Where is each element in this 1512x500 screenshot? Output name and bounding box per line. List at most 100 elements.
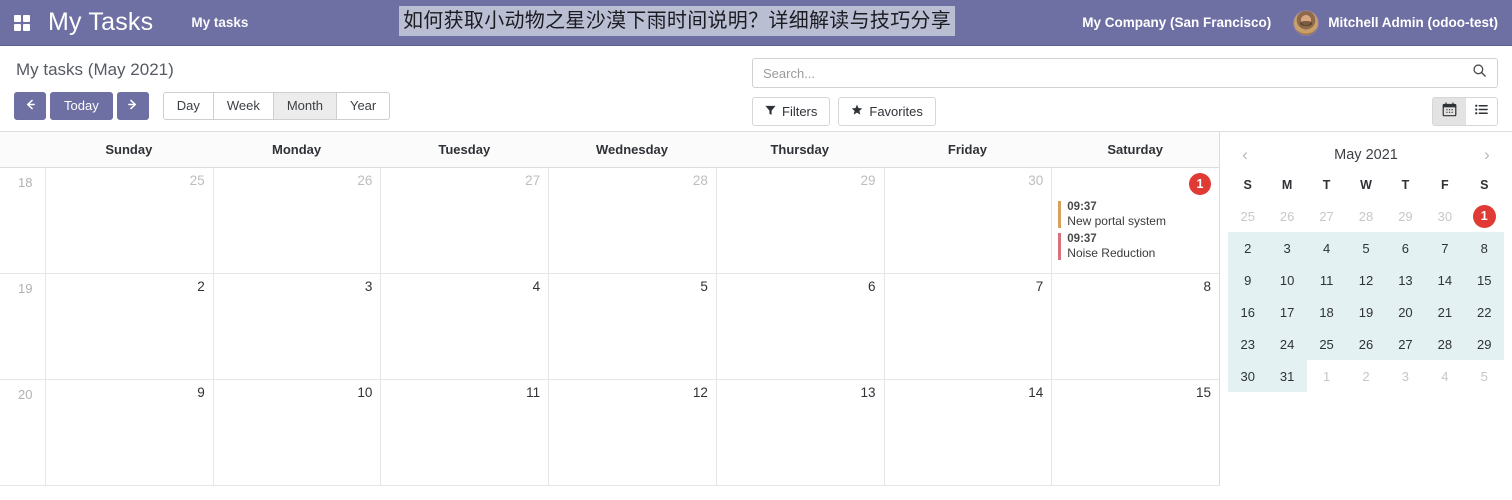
mini-calendar-day[interactable]: 27 bbox=[1307, 200, 1346, 232]
calendar-day-cell[interactable]: 9 bbox=[45, 380, 213, 485]
chevron-left-icon[interactable]: ‹ bbox=[1234, 144, 1256, 166]
mini-today-badge[interactable]: 1 bbox=[1472, 204, 1496, 228]
mini-calendar-day[interactable]: 4 bbox=[1306, 232, 1347, 264]
search-bar[interactable] bbox=[752, 58, 1498, 88]
calendar-day-cell[interactable]: 11 bbox=[380, 380, 548, 485]
company-selector[interactable]: My Company (San Francisco) bbox=[1082, 15, 1271, 30]
mini-calendar-day[interactable]: 2 bbox=[1228, 232, 1268, 264]
calendar-day-cell[interactable]: 28 bbox=[548, 168, 716, 273]
filters-button[interactable]: Filters bbox=[752, 97, 831, 126]
calendar-day-cell[interactable]: 29 bbox=[715, 168, 884, 273]
today-button[interactable]: Today bbox=[50, 92, 113, 120]
chevron-right-icon[interactable]: › bbox=[1476, 144, 1498, 166]
day-number[interactable]: 28 bbox=[555, 173, 708, 189]
mini-calendar-day[interactable]: 5 bbox=[1465, 360, 1504, 392]
calendar-day-cell[interactable]: 10 bbox=[212, 380, 381, 485]
day-number[interactable]: 14 bbox=[891, 385, 1043, 401]
mini-calendar-day[interactable]: 21 bbox=[1425, 296, 1465, 328]
day-number[interactable]: 7 bbox=[891, 279, 1044, 295]
week-number[interactable]: 20 bbox=[0, 380, 45, 485]
calendar-day-cell[interactable]: 7 bbox=[883, 274, 1052, 379]
mini-calendar-day[interactable]: 15 bbox=[1464, 264, 1504, 296]
calendar-day-cell[interactable]: 30 bbox=[883, 168, 1052, 273]
mini-calendar-day[interactable]: 26 bbox=[1346, 328, 1386, 360]
mini-calendar-day[interactable]: 28 bbox=[1425, 328, 1465, 360]
calendar-day-cell[interactable]: 2 bbox=[45, 274, 213, 379]
mini-calendar-day[interactable]: 30 bbox=[1228, 360, 1268, 392]
mini-calendar-day[interactable]: 16 bbox=[1228, 296, 1268, 328]
mini-calendar-day[interactable]: 17 bbox=[1267, 296, 1307, 328]
mini-calendar-day[interactable]: 14 bbox=[1425, 264, 1465, 296]
day-number[interactable]: 25 bbox=[52, 173, 205, 189]
mini-calendar-day[interactable]: 23 bbox=[1228, 328, 1268, 360]
calendar-day-cell[interactable]: 14 bbox=[883, 380, 1052, 485]
day-number[interactable]: 2 bbox=[52, 279, 205, 295]
mini-calendar-day[interactable]: 3 bbox=[1267, 232, 1307, 264]
calendar-day-cell[interactable]: 12 bbox=[548, 380, 716, 485]
day-number[interactable]: 29 bbox=[723, 173, 876, 189]
mini-calendar-day[interactable]: 20 bbox=[1385, 296, 1426, 328]
day-number[interactable]: 26 bbox=[220, 173, 372, 189]
calendar-day-cell[interactable]: 1 09:37 New portal system 09:37 Noise Reduct… bbox=[1051, 168, 1219, 273]
day-number[interactable]: 10 bbox=[220, 385, 372, 401]
mini-calendar-day[interactable]: 7 bbox=[1425, 232, 1465, 264]
day-number[interactable]: 4 bbox=[387, 279, 541, 295]
calendar-day-cell[interactable]: 25 bbox=[45, 168, 213, 273]
mini-calendar-day[interactable]: 6 bbox=[1385, 232, 1426, 264]
day-number[interactable]: 9 bbox=[52, 385, 205, 401]
calendar-event[interactable]: 09:37 New portal system bbox=[1058, 201, 1211, 228]
day-number[interactable]: 13 bbox=[723, 385, 876, 401]
favorites-button[interactable]: Favorites bbox=[838, 97, 936, 126]
scale-button-month[interactable]: Month bbox=[273, 92, 337, 120]
mini-calendar-day[interactable]: 27 bbox=[1385, 328, 1426, 360]
mini-calendar-day[interactable]: 29 bbox=[1464, 328, 1504, 360]
mini-calendar-day[interactable]: 28 bbox=[1346, 200, 1385, 232]
day-number[interactable]: 12 bbox=[555, 385, 708, 401]
mini-calendar-day[interactable]: 26 bbox=[1267, 200, 1306, 232]
calendar-day-cell[interactable]: 5 bbox=[548, 274, 716, 379]
calendar-day-cell[interactable]: 27 bbox=[380, 168, 548, 273]
mini-calendar-day[interactable]: 24 bbox=[1267, 328, 1307, 360]
mini-calendar-day[interactable]: 10 bbox=[1267, 264, 1307, 296]
list-view-button[interactable] bbox=[1465, 98, 1497, 125]
scale-button-year[interactable]: Year bbox=[336, 92, 391, 120]
apps-grid-icon[interactable] bbox=[14, 14, 30, 31]
mini-calendar-day[interactable]: 19 bbox=[1346, 296, 1386, 328]
mini-calendar-day[interactable]: 2 bbox=[1346, 360, 1385, 392]
mini-calendar-day[interactable]: 31 bbox=[1267, 360, 1307, 392]
scale-button-week[interactable]: Week bbox=[213, 92, 274, 120]
mini-calendar-day[interactable]: 18 bbox=[1306, 296, 1347, 328]
mini-calendar-day[interactable]: 22 bbox=[1464, 296, 1504, 328]
calendar-day-cell[interactable]: 4 bbox=[380, 274, 548, 379]
calendar-event[interactable]: 09:37 Noise Reduction bbox=[1058, 233, 1211, 260]
user-menu[interactable]: Mitchell Admin (odoo-test) bbox=[1293, 9, 1498, 36]
day-number[interactable]: 15 bbox=[1058, 385, 1211, 401]
mini-calendar-day[interactable]: 12 bbox=[1346, 264, 1386, 296]
mini-calendar-day[interactable]: 25 bbox=[1228, 200, 1267, 232]
mini-calendar-day[interactable]: 5 bbox=[1346, 232, 1386, 264]
search-input[interactable] bbox=[763, 65, 1472, 81]
week-number[interactable]: 19 bbox=[0, 274, 45, 379]
scale-button-day[interactable]: Day bbox=[162, 92, 214, 120]
calendar-day-cell[interactable]: 15 bbox=[1051, 380, 1219, 485]
mini-calendar-day[interactable]: 13 bbox=[1385, 264, 1426, 296]
calendar-day-cell[interactable]: 3 bbox=[212, 274, 381, 379]
calendar-day-cell[interactable]: 26 bbox=[212, 168, 381, 273]
mini-calendar-day[interactable]: 1 bbox=[1465, 200, 1504, 232]
search-icon[interactable] bbox=[1472, 63, 1487, 83]
week-number[interactable]: 18 bbox=[0, 168, 45, 273]
mini-calendar-day[interactable]: 8 bbox=[1464, 232, 1504, 264]
mini-calendar-day[interactable]: 4 bbox=[1425, 360, 1464, 392]
day-number[interactable]: 30 bbox=[891, 173, 1043, 189]
day-number[interactable]: 3 bbox=[220, 279, 373, 295]
calendar-day-cell[interactable]: 8 bbox=[1051, 274, 1219, 379]
mini-calendar-day[interactable]: 30 bbox=[1425, 200, 1464, 232]
mini-calendar-day[interactable]: 11 bbox=[1306, 264, 1347, 296]
mini-calendar-day[interactable]: 25 bbox=[1306, 328, 1347, 360]
day-number[interactable]: 1 bbox=[1058, 173, 1211, 195]
nav-menu-my-tasks[interactable]: My tasks bbox=[191, 15, 248, 30]
prev-period-button[interactable] bbox=[14, 92, 46, 120]
calendar-view-button[interactable] bbox=[1433, 98, 1465, 125]
calendar-day-cell[interactable]: 6 bbox=[715, 274, 884, 379]
day-number[interactable]: 6 bbox=[723, 279, 876, 295]
